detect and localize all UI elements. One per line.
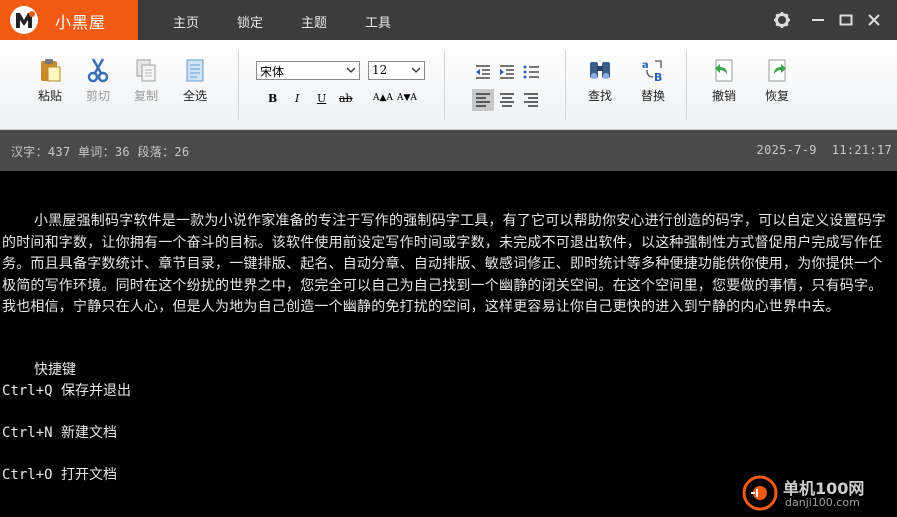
decrease-indent-icon[interactable] [472,61,494,83]
editor-area[interactable]: 小黑屋强制码字软件是一款为小说作家准备的专注于写作的强制码字工具，有了它可以帮助… [0,171,897,517]
bullet-list-icon[interactable] [520,61,542,83]
select-all-icon [186,59,204,82]
status-bar: 汉字：437 单词：36 段落：26 2025-7-9 11:21:17 [0,130,897,171]
toolbar-separator [686,50,687,120]
redo-icon [768,59,786,82]
copy-label: 复制 [133,89,158,103]
watermark-logo-icon [742,475,778,511]
document-paragraph: 小黑屋强制码字软件是一款为小说作家准备的专注于写作的强制码字工具，有了它可以帮助… [2,213,886,316]
redo-button[interactable]: 恢复 [757,56,797,104]
redo-label: 恢复 [764,89,789,103]
settings-gear-icon[interactable] [772,10,792,30]
toolbar: 粘贴 剪切 复制 全选 宋体 12 B I U ab A▲A A▼A 查找 a … [0,40,897,130]
copy-button[interactable]: 复制 [126,56,166,104]
menu-home[interactable]: 主页 [173,12,199,31]
brand-area: 小黑屋 [0,0,138,40]
shortcut-line: Ctrl+Q 保存并退出 [2,383,132,399]
font-family-value: 宋体 [260,65,285,79]
shortcut-line: Ctrl+O 打开文档 [2,467,118,483]
watermark: 单机100网 danji100.com [741,472,891,514]
replace-icon: a B [642,60,662,84]
align-left-icon[interactable] [472,89,494,111]
underline-button[interactable]: U [317,92,326,105]
toolbar-separator [238,50,239,120]
scissors-icon [87,58,109,83]
shortcut-heading: 快捷键 [34,362,76,378]
undo-button[interactable]: 撤销 [704,56,744,104]
replace-button[interactable]: a B 替换 [633,56,673,104]
select-all-label: 全选 [182,89,207,103]
italic-button[interactable]: I [295,92,299,105]
toolbar-separator [444,50,445,120]
replace-label: 替换 [640,89,665,103]
datetime: 2025-7-9 11:21:17 [756,143,892,157]
font-size-select[interactable]: 12 [368,61,425,80]
minimize-icon[interactable] [808,10,828,30]
paste-icon [41,59,61,82]
increase-indent-icon[interactable] [496,61,518,83]
paste-button[interactable]: 粘贴 [30,56,70,104]
undo-label: 撤销 [711,89,736,103]
cut-button[interactable]: 剪切 [78,56,118,104]
svg-text:a: a [642,60,649,71]
menu-theme[interactable]: 主题 [301,12,327,31]
align-center-icon[interactable] [496,89,518,111]
menu-tools[interactable]: 工具 [365,12,391,31]
select-all-button[interactable]: 全选 [175,56,215,104]
toolbar-separator [565,50,566,120]
find-button[interactable]: 查找 [580,56,620,104]
undo-icon [715,59,733,82]
copy-icon [136,59,156,82]
svg-text:B: B [654,71,662,84]
close-icon[interactable] [864,10,884,30]
find-label: 查找 [587,89,612,103]
title-bar: 小黑屋 主页 锁定 主题 工具 [0,0,897,40]
app-logo-icon [10,6,38,34]
word-count: 汉字：437 单词：36 段落：26 [11,145,190,159]
paste-label: 粘贴 [37,89,62,103]
watermark-url: danji100.com [785,496,860,509]
app-title: 小黑屋 [55,13,107,32]
chevron-down-icon [411,67,421,73]
menu-lock[interactable]: 锁定 [237,12,263,31]
shrink-font-button[interactable]: A▼A [397,93,417,103]
font-size-value: 12 [372,63,388,77]
strikethrough-button[interactable]: ab [339,92,353,105]
bold-button[interactable]: B [268,92,277,105]
maximize-icon[interactable] [836,10,856,30]
cut-label: 剪切 [85,89,110,103]
align-right-icon[interactable] [520,89,542,111]
grow-font-button[interactable]: A▲A [373,93,393,103]
binoculars-icon [590,62,610,79]
font-family-select[interactable]: 宋体 [256,61,360,80]
chevron-down-icon [346,67,356,73]
shortcut-line: Ctrl+N 新建文档 [2,425,118,441]
